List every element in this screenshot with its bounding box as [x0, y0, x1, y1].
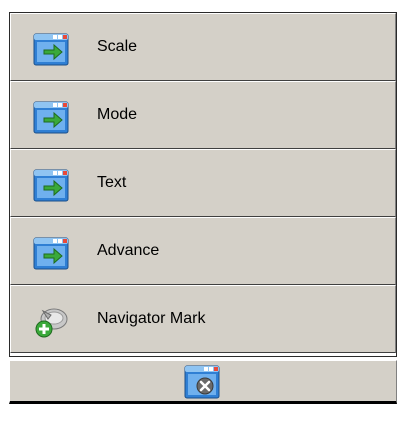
- window-arrow-icon: [33, 31, 69, 67]
- menu-item-label: Scale: [97, 38, 138, 55]
- window-arrow-icon: [33, 167, 69, 203]
- menu-item-label: Advance: [97, 242, 160, 259]
- window-close-icon: [184, 365, 220, 399]
- navigator-panel: Scale Mode Text Advance Navigator Mark: [9, 12, 397, 412]
- navigator-mark-add-icon: [33, 303, 69, 339]
- menu-list: Scale Mode Text Advance Navigator Mark: [9, 12, 397, 357]
- menu-item-navigator-mark[interactable]: Navigator Mark: [10, 285, 396, 353]
- menu-item-advance[interactable]: Advance: [10, 217, 396, 285]
- close-window-button[interactable]: [184, 364, 220, 400]
- window-arrow-icon: [33, 99, 69, 135]
- bottom-toolbar: [9, 360, 397, 404]
- menu-item-label: Navigator Mark: [97, 310, 206, 327]
- menu-item-label: Text: [97, 174, 127, 191]
- menu-item-mode[interactable]: Mode: [10, 81, 396, 149]
- window-arrow-icon: [33, 235, 69, 271]
- menu-item-scale[interactable]: Scale: [10, 13, 396, 81]
- menu-item-text[interactable]: Text: [10, 149, 396, 217]
- menu-item-label: Mode: [97, 106, 138, 123]
